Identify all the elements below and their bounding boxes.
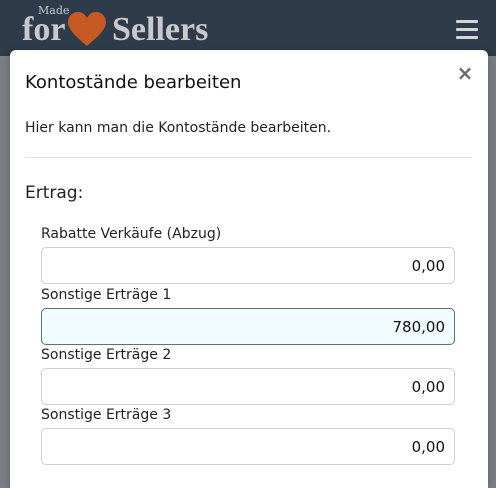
section-heading-ertrag: Ertrag: xyxy=(25,183,84,203)
hamburger-menu-icon[interactable] xyxy=(456,20,478,40)
sonstige-ertraege-2-input[interactable] xyxy=(41,368,455,405)
close-icon[interactable]: × xyxy=(454,62,476,84)
field-label-sonstige-ertraege-1: Sonstige Erträge 1 xyxy=(41,287,172,303)
field-label-sonstige-ertraege-2: Sonstige Erträge 2 xyxy=(41,347,172,363)
edit-balances-modal: Kontostände bearbeiten × Hier kann man d… xyxy=(10,50,488,488)
logo-sellers-text: Sellers xyxy=(112,11,209,48)
rabatte-verkaeufe-input[interactable] xyxy=(41,247,455,284)
made-for-sellers-logo[interactable]: Made for Sellers xyxy=(22,4,222,48)
modal-title: Kontostände bearbeiten xyxy=(25,72,242,93)
field-label-sonstige-ertraege-3: Sonstige Erträge 3 xyxy=(41,407,172,423)
field-label-rabatte-verkaeufe: Rabatte Verkäufe (Abzug) xyxy=(41,226,222,242)
heart-icon xyxy=(68,12,106,46)
sonstige-ertraege-1-input[interactable] xyxy=(41,308,455,345)
divider xyxy=(25,157,472,158)
logo-for-text: for xyxy=(22,11,66,48)
top-navbar: Made for Sellers xyxy=(0,0,496,56)
sonstige-ertraege-3-input[interactable] xyxy=(41,428,455,465)
modal-description: Hier kann man die Kontostände bearbeiten… xyxy=(25,120,332,136)
